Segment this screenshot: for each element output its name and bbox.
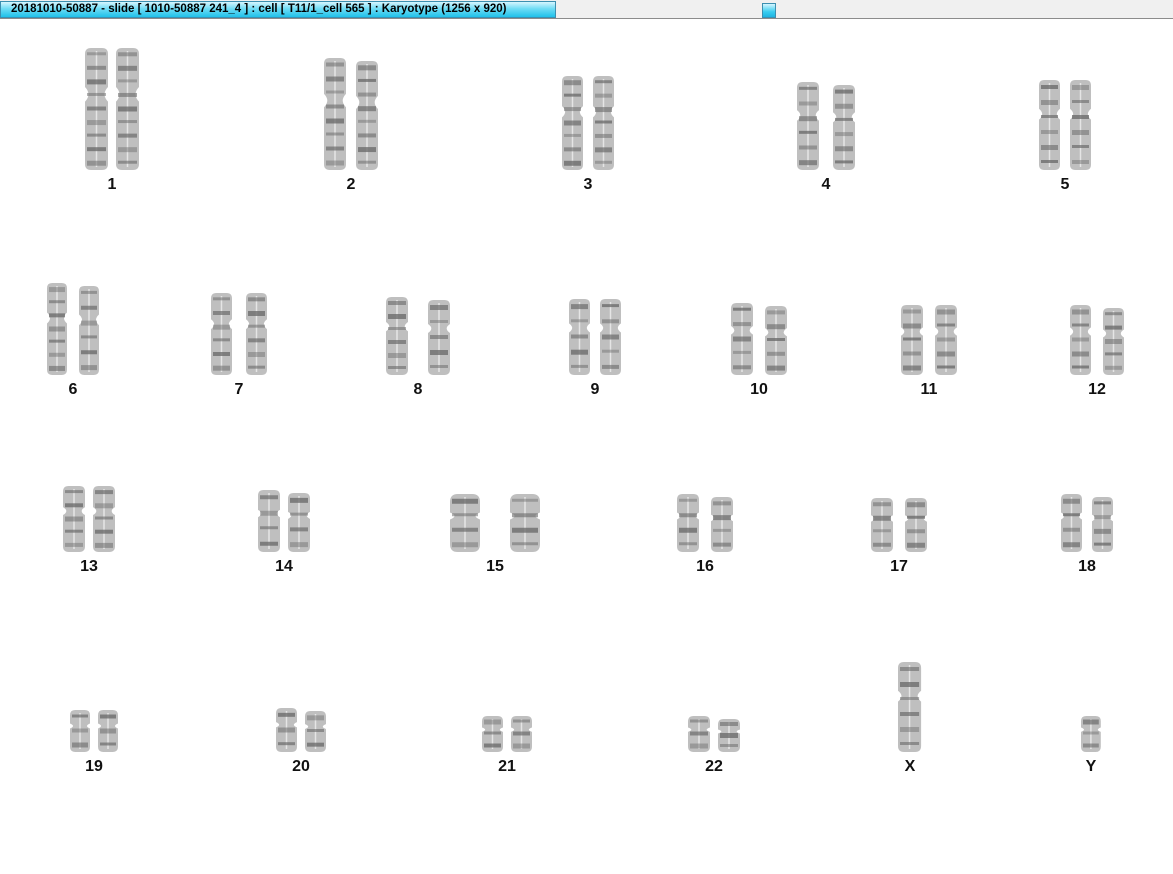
- chromosome[interactable]: [731, 303, 753, 375]
- chromosome[interactable]: [305, 711, 326, 752]
- chromosome[interactable]: [450, 494, 480, 552]
- chromosome[interactable]: [386, 297, 408, 375]
- chromosome-label: 2: [346, 176, 356, 193]
- chromosome-label: 15: [486, 558, 504, 575]
- chromosome[interactable]: [246, 293, 267, 375]
- chromosome[interactable]: [765, 306, 787, 375]
- chromosome[interactable]: [116, 48, 139, 170]
- chromosome-pair-17[interactable]: [869, 496, 929, 554]
- chromosome[interactable]: [93, 486, 115, 552]
- chromosome-label: 22: [705, 758, 723, 775]
- chromosome-pair-1[interactable]: [83, 46, 141, 172]
- chromosome[interactable]: [356, 61, 378, 170]
- chromosome-label: 21: [498, 758, 516, 775]
- chromosome-pair-19[interactable]: [68, 708, 120, 754]
- chromosome-label: 20: [292, 758, 310, 775]
- chromosome[interactable]: [569, 299, 590, 375]
- chromosome[interactable]: [85, 48, 108, 170]
- chromosome-label: 13: [80, 558, 98, 575]
- chromosome[interactable]: [901, 305, 923, 375]
- chromosome[interactable]: [677, 494, 699, 552]
- chromosome-pair-16[interactable]: [675, 492, 735, 554]
- chromosome-label: X: [904, 758, 916, 775]
- chromosome-pair-10[interactable]: [729, 301, 789, 377]
- chromosome-label: 7: [234, 381, 244, 398]
- chromosome-label: 6: [68, 381, 78, 398]
- chromosome-pair-20[interactable]: [274, 706, 328, 754]
- chromosome-pair-21[interactable]: [480, 714, 534, 754]
- chromosome-label: 4: [821, 176, 831, 193]
- chromosome-pair-22[interactable]: [686, 714, 742, 754]
- chromosome-pair-7[interactable]: [209, 291, 269, 377]
- chromosome[interactable]: [797, 82, 819, 170]
- chromosome[interactable]: [1070, 305, 1091, 375]
- chromosome[interactable]: [1061, 494, 1082, 552]
- chromosome-pair-5[interactable]: [1037, 78, 1093, 172]
- chromosome-label: 3: [583, 176, 593, 193]
- chromosome[interactable]: [79, 286, 99, 375]
- chromosome-label: 17: [890, 558, 908, 575]
- chromosome-pair-11[interactable]: [899, 303, 959, 377]
- chromosome[interactable]: [1103, 308, 1124, 375]
- chromosome-label: 18: [1078, 558, 1096, 575]
- chromosome[interactable]: [600, 299, 621, 375]
- chromosome-label: 16: [696, 558, 714, 575]
- chromosome-label: 10: [750, 381, 768, 398]
- chromosome-label: 12: [1088, 381, 1106, 398]
- chromosome-label: 11: [920, 381, 938, 398]
- chromosome-label: 1: [107, 176, 117, 193]
- chromosome[interactable]: [482, 716, 503, 752]
- titlebar-handle[interactable]: [762, 3, 776, 18]
- chromosome[interactable]: [211, 293, 232, 375]
- chromosome-pair-x[interactable]: [896, 660, 923, 754]
- chromosome[interactable]: [1092, 497, 1113, 552]
- chromosome[interactable]: [511, 716, 532, 752]
- chromosome-label: Y: [1085, 758, 1097, 775]
- chromosome[interactable]: [1039, 80, 1060, 170]
- chromosome[interactable]: [47, 283, 67, 375]
- chromosome[interactable]: [70, 710, 90, 752]
- chromosome-pair-8[interactable]: [384, 295, 452, 377]
- chromosome[interactable]: [276, 708, 297, 752]
- chromosome[interactable]: [898, 662, 922, 752]
- chromosome[interactable]: [718, 719, 740, 752]
- chromosome-pair-y[interactable]: [1079, 714, 1103, 754]
- chromosome[interactable]: [63, 486, 85, 552]
- chromosome[interactable]: [935, 305, 957, 375]
- chromosome[interactable]: [1070, 80, 1091, 170]
- chromosome-pair-3[interactable]: [560, 74, 616, 172]
- chromosome[interactable]: [1081, 716, 1101, 752]
- window-title[interactable]: 20181010-50887 - slide [ 1010-50887 241_…: [0, 1, 556, 18]
- chromosome[interactable]: [98, 710, 118, 752]
- chromosome[interactable]: [324, 58, 346, 170]
- chromosome-label: 8: [413, 381, 423, 398]
- chromosome-label: 14: [275, 558, 293, 575]
- chromosome[interactable]: [833, 85, 855, 170]
- chromosome[interactable]: [562, 76, 583, 170]
- chromosome[interactable]: [593, 76, 614, 170]
- chromosome[interactable]: [428, 300, 450, 375]
- chromosome-label: 9: [590, 381, 600, 398]
- chromosome-pair-2[interactable]: [322, 56, 380, 172]
- chromosome-pair-12[interactable]: [1068, 303, 1126, 377]
- chromosome[interactable]: [905, 498, 927, 552]
- chromosome-pair-13[interactable]: [61, 484, 117, 554]
- chromosome-pair-15[interactable]: [448, 492, 542, 554]
- karyotype-canvas: 1 2 3 4 5 6 7 8 9 10 11 12 13 14 15 16 17 18 19 20 21 22 X Y: [0, 19, 1173, 874]
- chromosome[interactable]: [258, 490, 280, 552]
- chromosome-pair-18[interactable]: [1059, 492, 1115, 554]
- chromosome-label: 19: [85, 758, 103, 775]
- chromosome[interactable]: [711, 497, 733, 552]
- chromosome-pair-4[interactable]: [795, 80, 857, 172]
- window-titlebar: 20181010-50887 - slide [ 1010-50887 241_…: [0, 0, 1173, 19]
- chromosome-label: 5: [1060, 176, 1070, 193]
- chromosome-pair-14[interactable]: [256, 488, 312, 554]
- chromosome-pair-9[interactable]: [567, 297, 623, 377]
- chromosome[interactable]: [510, 494, 540, 552]
- chromosome-pair-6[interactable]: [45, 281, 101, 377]
- chromosome[interactable]: [688, 716, 710, 752]
- chromosome[interactable]: [871, 498, 893, 552]
- chromosome[interactable]: [288, 493, 310, 552]
